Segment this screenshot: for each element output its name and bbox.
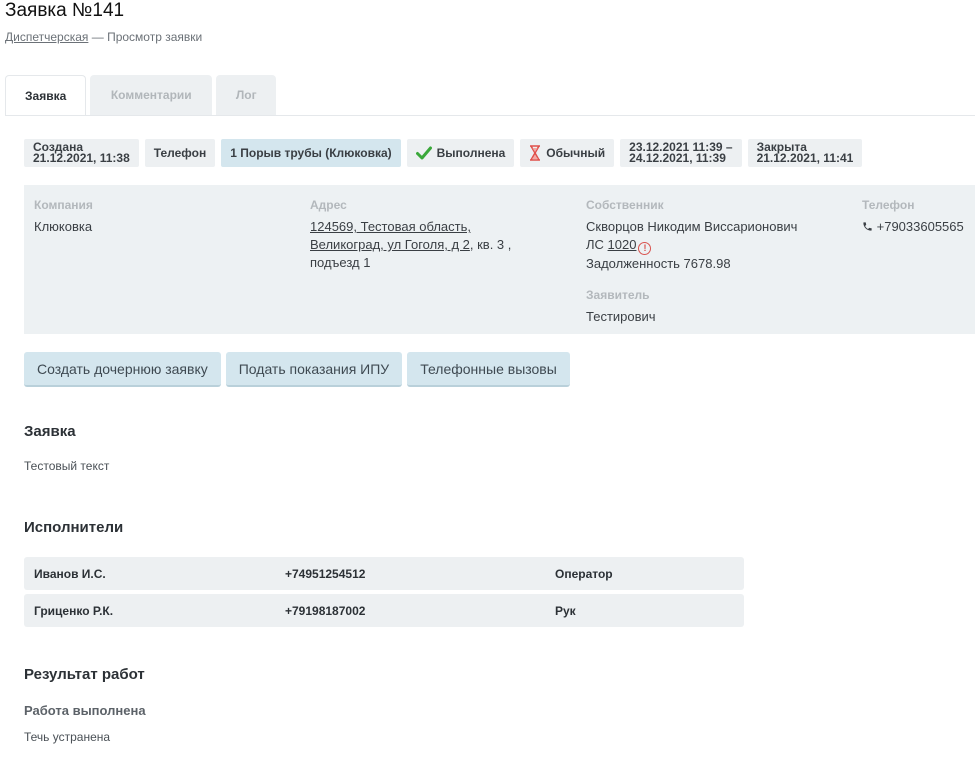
breadcrumb-link-dispatch[interactable]: Диспетчерская	[5, 30, 88, 44]
request-info-panel: Компания Клюковка Адрес 124569, Тестовая…	[24, 185, 975, 334]
executor-name: Гриценко Р.К.	[34, 604, 114, 618]
executor-name: Иванов И.С.	[34, 567, 106, 581]
period-badge: 23.12.2021 11:39 – 24.12.2021, 11:39	[620, 139, 742, 167]
create-child-request-button[interactable]: Создать дочернюю заявку	[24, 352, 221, 387]
warning-icon[interactable]: !	[638, 242, 652, 255]
action-buttons: Создать дочернюю заявку Подать показания…	[24, 352, 570, 387]
check-icon	[415, 146, 432, 160]
address-link-line2[interactable]: Великоград, ул Гоголя, д 2	[310, 237, 470, 252]
executor-role: Оператор	[555, 567, 613, 581]
status-badge: Выполнена	[406, 139, 515, 167]
phone-value[interactable]: +79033605565	[877, 219, 964, 234]
closed-badge: Закрыта 21.12.2021, 11:41	[747, 139, 863, 167]
phone-label: Телефон	[862, 198, 915, 212]
account-link[interactable]: 1020	[608, 237, 637, 252]
company-label: Компания	[34, 198, 93, 212]
account-prefix: ЛС	[586, 237, 604, 252]
breadcrumb-current: Просмотр заявки	[107, 30, 203, 44]
request-badges: Создана 21.12.2021, 11:38 Телефон 1 Поры…	[24, 139, 863, 167]
phone-icon	[862, 219, 873, 234]
closed-value: 21.12.2021, 11:41	[756, 151, 854, 165]
submit-meter-readings-button[interactable]: Подать показания ИПУ	[225, 352, 403, 387]
table-row: Иванов И.С. +74951254512 Оператор	[24, 557, 744, 590]
executors-heading: Исполнители	[24, 519, 124, 536]
phone-calls-button[interactable]: Телефонные вызовы	[407, 352, 570, 387]
tab-request[interactable]: Заявка	[5, 75, 87, 116]
phone-column: Телефон +79033605565	[862, 196, 964, 236]
tab-comments[interactable]: Комментарии	[90, 75, 213, 115]
executor-role: Рук	[555, 604, 576, 618]
debt-value: Задолженность 7678.98	[586, 256, 731, 271]
result-heading: Результат работ	[24, 666, 145, 683]
address-column: Адрес 124569, Тестовая область, Великогр…	[310, 196, 540, 272]
tab-panel-border	[5, 115, 975, 116]
result-status: Работа выполнена	[24, 703, 146, 718]
result-description: Течь устранена	[24, 730, 111, 744]
address-entrance: подъезд 1	[310, 255, 371, 270]
priority-label: Обычный	[546, 145, 606, 160]
executor-phone: +74951254512	[285, 567, 366, 581]
owner-name: Скворцов Никодим Виссарионович	[586, 219, 798, 234]
address-label: Адрес	[310, 198, 347, 212]
created-badge: Создана 21.12.2021, 11:38	[24, 139, 139, 167]
applicant-value: Тестирович	[586, 309, 656, 324]
owner-label: Собственник	[586, 198, 664, 212]
tab-bar: Заявка Комментарии Лог	[5, 75, 277, 116]
table-row: Гриценко Р.К. +79198187002 Рук	[24, 594, 744, 627]
source-badge: Телефон	[144, 139, 216, 167]
company-column: Компания Клюковка	[34, 196, 93, 236]
tab-log[interactable]: Лог	[216, 75, 277, 115]
request-description: Тестовый текст	[24, 459, 110, 473]
company-value: Клюковка	[34, 219, 93, 234]
request-section-heading: Заявка	[24, 423, 76, 440]
status-label: Выполнена	[436, 145, 506, 160]
breadcrumb: Диспетчерская — Просмотр заявки	[5, 30, 202, 44]
owner-column: Собственник Скворцов Никодим Виссарионов…	[586, 196, 836, 326]
address-apartment: , кв. 3 ,	[469, 237, 512, 252]
page-title: Заявка №141	[5, 0, 125, 21]
applicant-label: Заявитель	[586, 288, 650, 302]
period-to: 24.12.2021, 11:39	[629, 151, 726, 165]
category-badge: 1 Порыв трубы (Клюковка)	[221, 139, 401, 167]
executor-phone: +79198187002	[285, 604, 366, 618]
address-link-line1[interactable]: 124569, Тестовая область,	[310, 219, 471, 234]
breadcrumb-separator: —	[91, 30, 104, 44]
created-value: 21.12.2021, 11:38	[33, 151, 130, 165]
hourglass-icon	[529, 145, 541, 161]
priority-badge: Обычный	[520, 139, 615, 167]
